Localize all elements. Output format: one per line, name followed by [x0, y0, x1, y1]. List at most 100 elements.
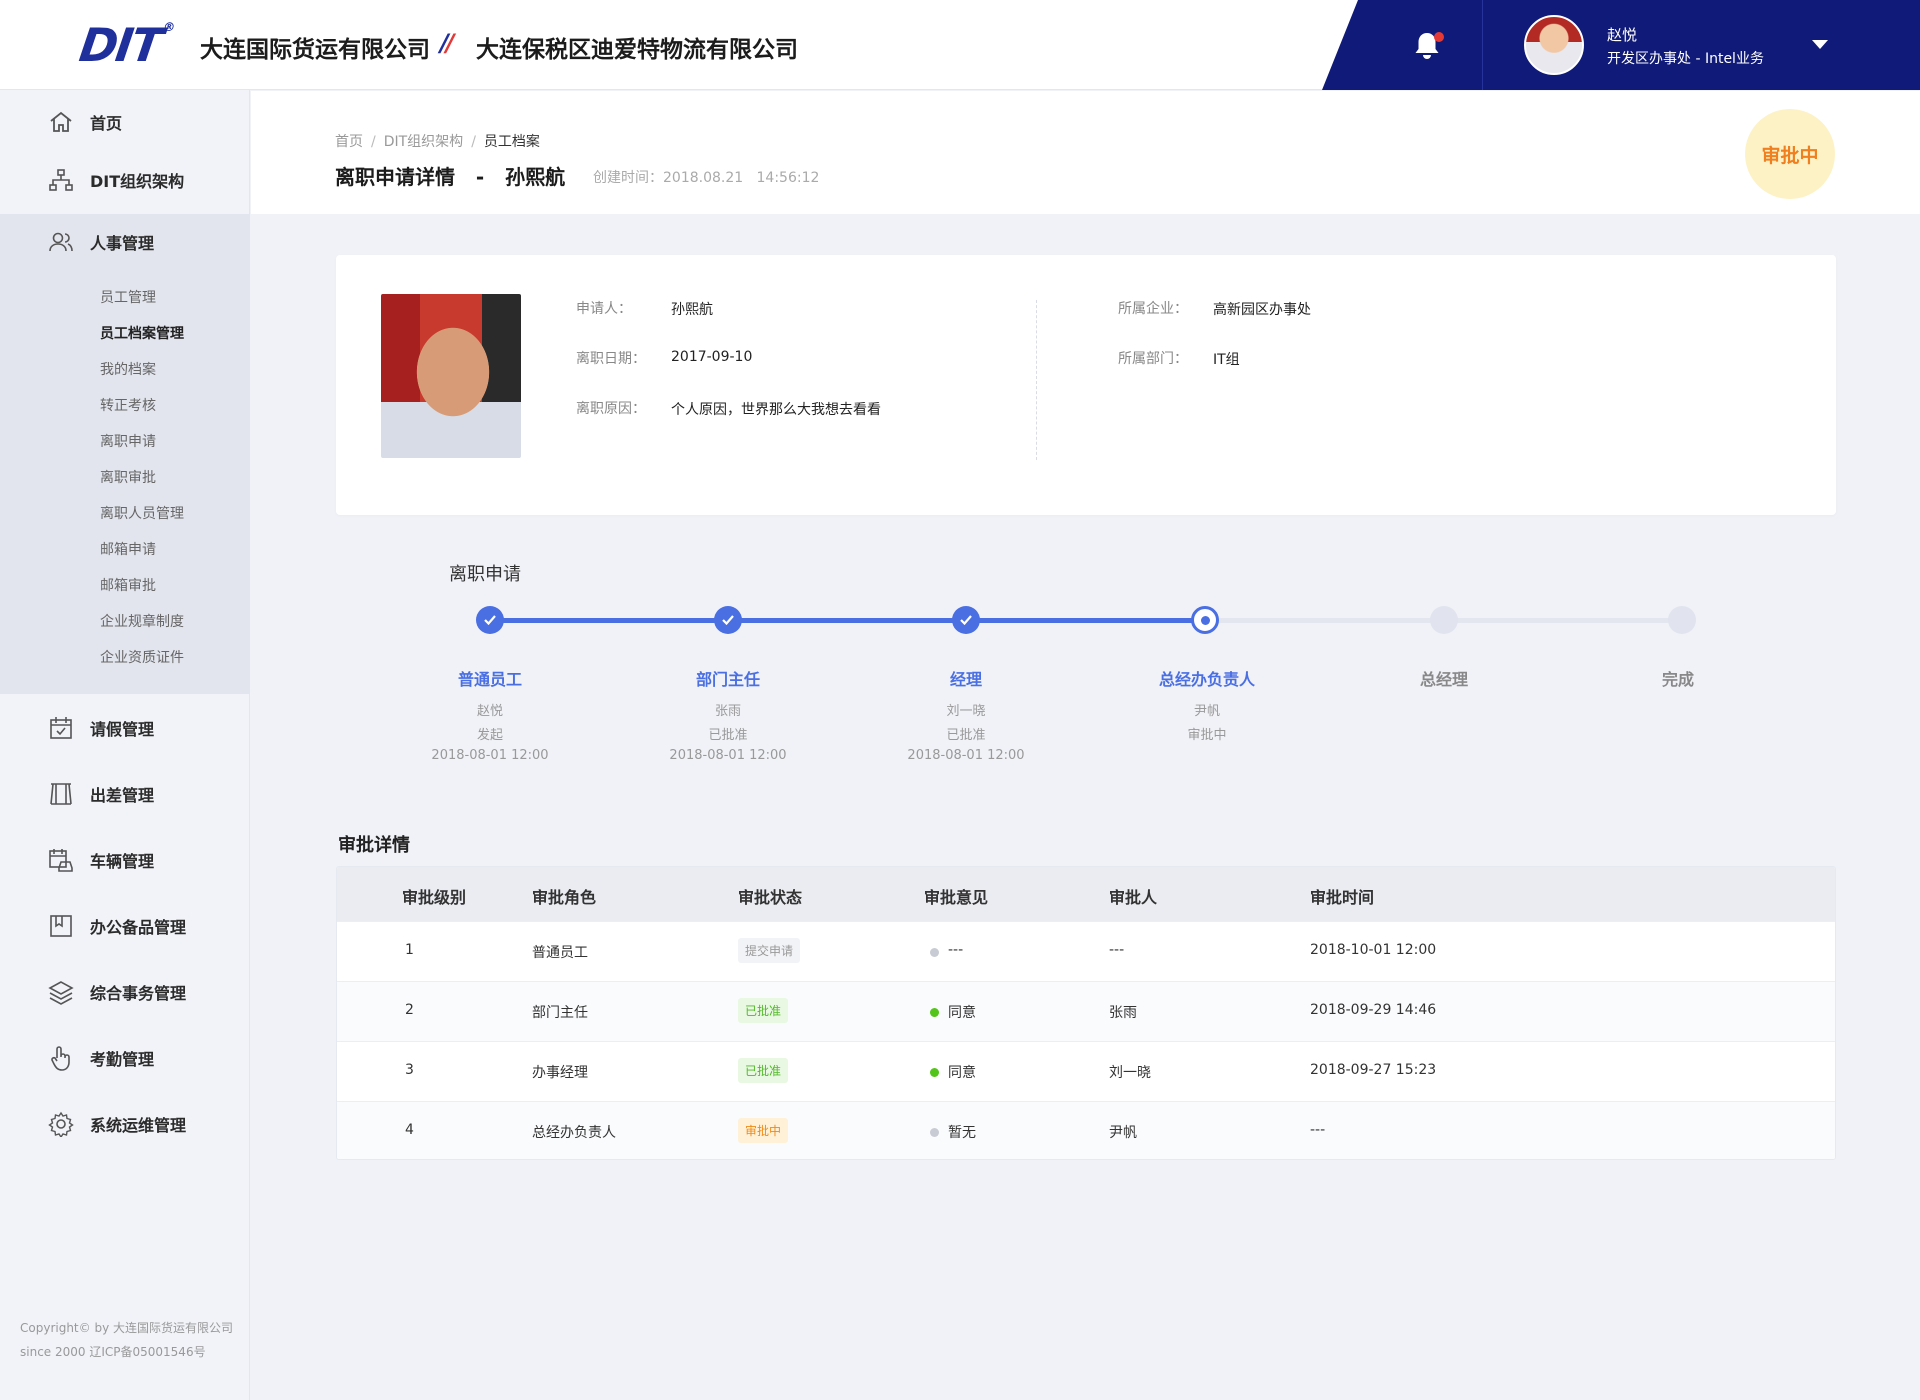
- step-node-done: [952, 606, 980, 634]
- card-divider: [1036, 300, 1037, 460]
- sidebar-item-label: 系统运维管理: [90, 1116, 187, 1135]
- sidebar-item-general-affairs[interactable]: 综合事务管理: [0, 964, 250, 1020]
- company-separator-icon: //: [440, 29, 454, 57]
- top-header: DIT® 大连国际货运有限公司 // 大连保税区迪爱特物流有限公司 赵悦 开发区…: [0, 0, 1920, 90]
- company-value: 高新园区办事处: [1213, 302, 1311, 318]
- opinion-dot: [930, 1008, 939, 1017]
- page-title: 离职申请详情 - 孙熙航: [335, 165, 566, 189]
- notification-dot: [1434, 32, 1444, 42]
- user-department: 开发区办事处 - Intel业务: [1607, 51, 1764, 67]
- notification-bell-icon[interactable]: [1412, 30, 1444, 62]
- sidebar-subitem[interactable]: 邮箱申请: [100, 539, 156, 559]
- sidebar-item-label: DIT组织架构: [90, 172, 185, 191]
- breadcrumb: 首页 / DIT组织架构 / 员工档案: [335, 134, 540, 150]
- user-menu-chevron-down-icon[interactable]: [1812, 40, 1828, 49]
- sidebar-subitem[interactable]: 邮箱审批: [100, 575, 156, 595]
- page-header: 首页 / DIT组织架构 / 员工档案 离职申请详情 - 孙熙航 创建时间：2018.0…: [251, 91, 1920, 214]
- opinion-dot: [930, 948, 939, 957]
- logo-registered-mark: ®: [162, 20, 175, 34]
- cell-approver: 尹帆: [1109, 1125, 1137, 1141]
- check-icon: [960, 615, 972, 626]
- department-label: 所属部门：: [1118, 351, 1188, 367]
- status-tag: 已批准: [738, 998, 789, 1023]
- leave-reason-value: 个人原因，世界那么大我想去看看: [671, 402, 881, 418]
- sidebar-item-label: 首页: [90, 114, 123, 133]
- breadcrumb-link[interactable]: DIT组织架构: [384, 134, 463, 150]
- cell-approver: ---: [1109, 942, 1125, 958]
- table-row: 1 普通员工 提交申请 --- --- 2018-10-01 12:00: [337, 921, 1835, 981]
- step-time: 2018-08-01 12:00: [431, 748, 549, 763]
- sidebar-subitem[interactable]: 我的档案: [100, 359, 156, 379]
- sidebar-item-label: 车辆管理: [90, 852, 155, 871]
- sidebar-item-ops[interactable]: 系统运维管理: [0, 1096, 250, 1152]
- sidebar-item-label: 请假管理: [90, 720, 155, 739]
- opinion-dot: [930, 1068, 939, 1077]
- cell-level: 3: [405, 1062, 414, 1078]
- sidebar-item-travel[interactable]: 出差管理: [0, 766, 250, 822]
- sidebar-item-leave[interactable]: 请假管理: [0, 700, 250, 756]
- step-status: 发起: [476, 728, 503, 743]
- applicant-value: 孙熙航: [671, 302, 713, 318]
- cell-role: 普通员工: [532, 945, 588, 961]
- applicant-label: 申请人：: [576, 301, 632, 317]
- sidebar-item-label: 综合事务管理: [90, 984, 187, 1003]
- sidebar-subitem[interactable]: 员工管理: [100, 287, 156, 307]
- status-badge: 审批中: [1745, 109, 1835, 199]
- department-value: IT组: [1213, 352, 1240, 368]
- vehicle-icon: [49, 849, 73, 872]
- sidebar-item-hr[interactable]: 人事管理: [0, 214, 250, 270]
- sidebar-subitem-active[interactable]: 员工档案管理: [100, 323, 184, 343]
- step-person: 尹帆: [1193, 704, 1220, 719]
- header-divider: [1482, 0, 1483, 90]
- step-time: 2018-08-01 12:00: [907, 748, 1025, 763]
- step-node-done: [476, 606, 504, 634]
- sidebar-subitem[interactable]: 企业资质证件: [100, 647, 184, 667]
- sidebar-item-vehicle[interactable]: 车辆管理: [0, 832, 250, 888]
- approval-table-title: 审批详情: [338, 835, 410, 856]
- bookmark-icon: [50, 915, 72, 937]
- logo-text: DIT: [76, 18, 165, 72]
- column-header: 审批意见: [924, 888, 989, 907]
- column-header: 审批时间: [1310, 888, 1375, 907]
- dit-logo[interactable]: DIT®: [76, 18, 174, 72]
- calendar-icon: [50, 717, 72, 739]
- cell-role: 总经办负责人: [532, 1125, 616, 1141]
- leave-reason-label: 离职原因：: [576, 401, 646, 417]
- sidebar-subitem[interactable]: 企业规章制度: [100, 611, 184, 631]
- cell-opinion: 暂无: [948, 1125, 976, 1141]
- step-name: 经理: [949, 670, 982, 689]
- copyright-line: since 2000 辽ICP备05001546号: [20, 1345, 206, 1359]
- cell-time: ---: [1310, 1122, 1326, 1138]
- step-name: 完成: [1661, 670, 1694, 689]
- step-node-pending: [1668, 606, 1696, 634]
- applicant-card: 申请人： 孙熙航 离职日期： 2017-09-10 离职原因： 个人原因，世界那…: [336, 255, 1836, 515]
- sidebar-item-label: 考勤管理: [90, 1050, 155, 1069]
- table-row: 3 办事经理 已批准 同意 刘一晓 2018-09-27 15:23: [337, 1041, 1835, 1101]
- sidebar-item-label: 办公备品管理: [90, 918, 187, 937]
- step-status: 已批准: [708, 728, 748, 743]
- step-node-current: [1191, 606, 1219, 634]
- sidebar-item-home[interactable]: 首页: [0, 94, 250, 150]
- leave-date-value: 2017-09-10: [671, 349, 753, 365]
- column-header: 审批状态: [738, 888, 803, 907]
- step-name: 总经办负责人: [1158, 670, 1255, 689]
- user-avatar[interactable]: [1524, 15, 1584, 75]
- approval-table: 审批级别 审批角色 审批状态 审批意见 审批人 审批时间 1 普通员工 提交申请…: [336, 866, 1836, 1160]
- step-node-done: [714, 606, 742, 634]
- breadcrumb-current: 员工档案: [483, 134, 540, 150]
- table-row: 4 总经办负责人 审批中 暂无 尹帆 ---: [337, 1101, 1835, 1159]
- sidebar-subitem[interactable]: 转正考核: [100, 395, 156, 415]
- created-time: 创建时间：2018.08.21 14:56:12: [593, 170, 820, 186]
- sidebar-subitem[interactable]: 离职人员管理: [100, 503, 184, 523]
- sidebar-item-attendance[interactable]: 考勤管理: [0, 1030, 250, 1086]
- breadcrumb-link[interactable]: 首页: [335, 134, 363, 150]
- sidebar-subitem[interactable]: 离职申请: [100, 431, 156, 451]
- touch-icon: [51, 1046, 70, 1071]
- sidebar-subitem[interactable]: 离职审批: [100, 467, 156, 487]
- company-label: 所属企业：: [1118, 301, 1188, 317]
- sidebar-item-office-supplies[interactable]: 办公备品管理: [0, 898, 250, 954]
- table-row: 2 部门主任 已批准 同意 张雨 2018-09-29 14:46: [337, 981, 1835, 1041]
- sidebar-item-org[interactable]: DIT组织架构: [0, 152, 250, 208]
- steps-title: 离职申请: [449, 564, 521, 585]
- cell-opinion: ---: [948, 942, 964, 958]
